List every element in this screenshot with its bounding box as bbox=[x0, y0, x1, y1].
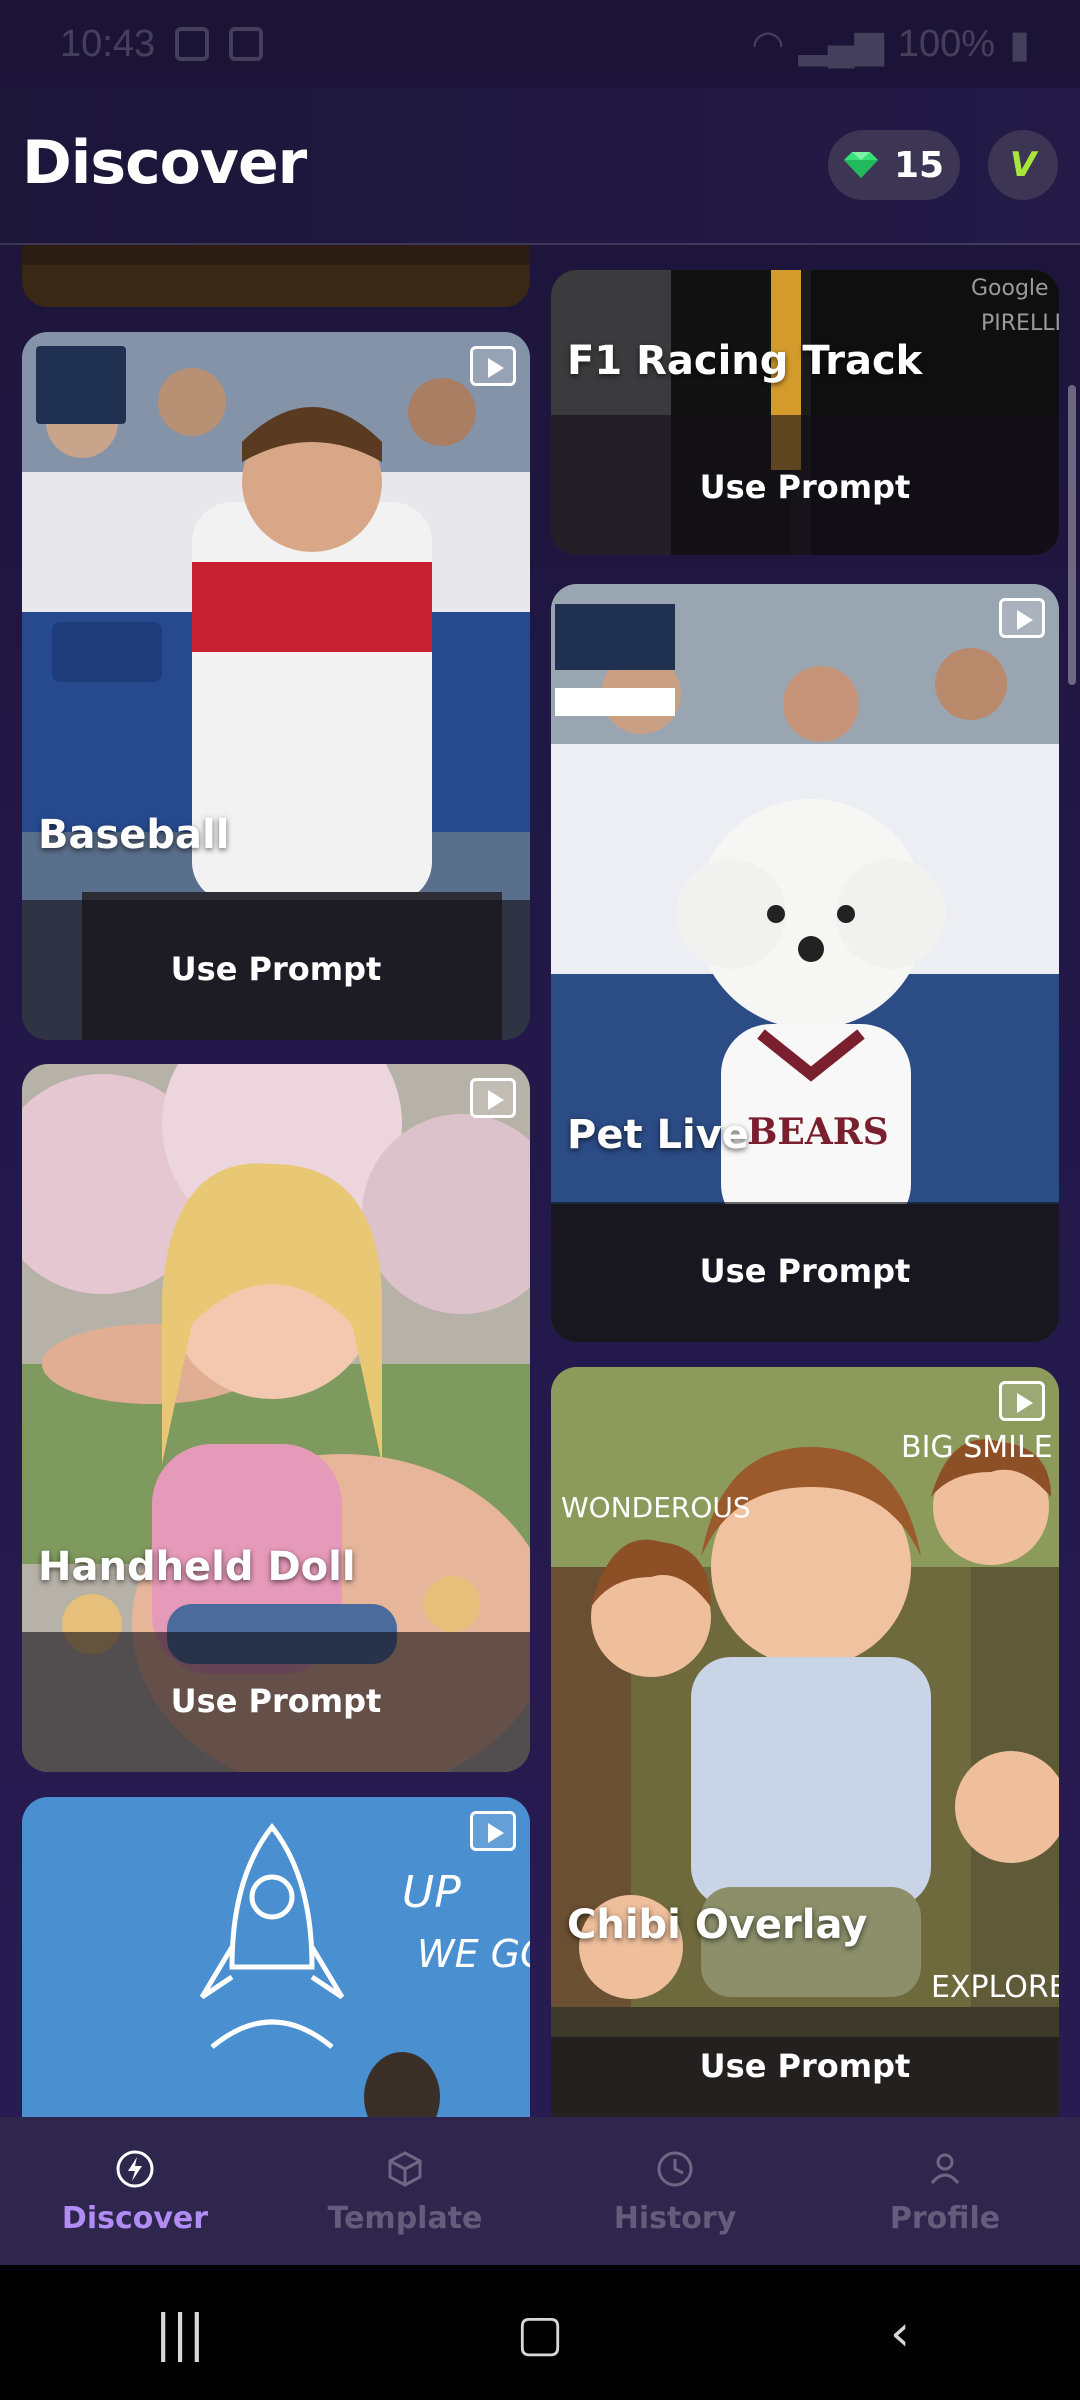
card-title: Chibi Overlay bbox=[567, 1902, 868, 1948]
use-prompt-button[interactable]: Use Prompt bbox=[551, 468, 1059, 506]
app-header: Discover 15 V bbox=[0, 88, 1080, 245]
card-thumbnail: BIG SMILE WONDEROUS EXPLORE! bbox=[551, 1367, 1059, 2117]
vip-button[interactable]: V bbox=[988, 130, 1058, 200]
svg-text:Google: Google bbox=[971, 276, 1049, 301]
use-prompt-button[interactable]: Use Prompt bbox=[551, 2047, 1059, 2085]
gem-icon bbox=[843, 152, 878, 178]
status-right: ◠ ▂▄▆ 100% ▮ bbox=[751, 22, 1030, 67]
wifi-icon: ◠ bbox=[751, 23, 785, 66]
page-title: Discover bbox=[22, 128, 307, 198]
back-icon[interactable]: ‹ bbox=[840, 2304, 960, 2362]
gem-count: 15 bbox=[893, 144, 945, 186]
card-title: Handheld Doll bbox=[38, 1544, 356, 1590]
video-icon bbox=[470, 1811, 516, 1851]
video-icon bbox=[999, 598, 1045, 638]
clock-icon bbox=[653, 2147, 697, 2191]
card-title: F1 Racing Track bbox=[567, 338, 923, 384]
template-card-partial-left[interactable] bbox=[22, 245, 530, 307]
use-prompt-button[interactable]: Use Prompt bbox=[22, 1682, 530, 1720]
discover-feed[interactable]: Baseball Use Prompt Handheld Doll Use Pr… bbox=[0, 245, 1080, 2117]
svg-text:WE GO!: WE GO! bbox=[417, 1932, 530, 1976]
bottom-nav: Discover Template History Profile bbox=[0, 2117, 1080, 2265]
home-icon[interactable]: ▢ bbox=[480, 2304, 600, 2362]
nav-label: Template bbox=[327, 2200, 483, 2236]
notification-icon bbox=[229, 27, 264, 61]
nav-label: History bbox=[613, 2200, 737, 2236]
bolt-icon bbox=[113, 2147, 157, 2191]
gem-balance-badge[interactable]: 15 bbox=[828, 130, 960, 200]
cube-icon bbox=[383, 2147, 427, 2191]
svg-text:PIRELLI: PIRELLI bbox=[981, 311, 1059, 336]
nav-item-discover[interactable]: Discover bbox=[0, 2117, 270, 2265]
nav-label: Discover bbox=[61, 2200, 209, 2236]
recent-apps-icon[interactable]: ||| bbox=[120, 2304, 240, 2362]
status-time: 10:43 bbox=[60, 22, 156, 65]
card-thumbnail bbox=[22, 245, 530, 307]
nav-item-template[interactable]: Template bbox=[270, 2117, 540, 2265]
person-icon bbox=[923, 2147, 967, 2191]
card-thumbnail: UP WE GO! bbox=[22, 1797, 530, 2117]
nav-item-history[interactable]: History bbox=[540, 2117, 810, 2265]
card-title: Pet Live bbox=[567, 1112, 749, 1158]
nav-item-profile[interactable]: Profile bbox=[810, 2117, 1080, 2265]
system-navigation-bar: ||| ▢ ‹ bbox=[0, 2265, 1080, 2400]
template-card-f1-racing[interactable]: Google PIRELLI F1 Racing Track Use Promp… bbox=[551, 270, 1059, 555]
svg-text:UP: UP bbox=[402, 1867, 461, 1918]
status-bar: 10:43 ◠ ▂▄▆ 100% ▮ bbox=[0, 0, 1080, 88]
use-prompt-button[interactable]: Use Prompt bbox=[551, 1252, 1059, 1290]
template-card-chibi-overlay[interactable]: BIG SMILE WONDEROUS EXPLORE! Chibi Overl… bbox=[551, 1367, 1059, 2117]
battery-icon: ▮ bbox=[1009, 23, 1030, 66]
video-icon bbox=[470, 1078, 516, 1118]
template-card-baseball[interactable]: Baseball Use Prompt bbox=[22, 332, 530, 1040]
svg-text:BIG SMILE: BIG SMILE bbox=[901, 1430, 1053, 1465]
svg-text:BEARS: BEARS bbox=[747, 1111, 889, 1153]
status-left: 10:43 bbox=[60, 22, 264, 66]
use-prompt-button[interactable]: Use Prompt bbox=[22, 950, 530, 988]
video-icon bbox=[470, 346, 516, 386]
vip-icon: V bbox=[1009, 145, 1037, 185]
notification-icon bbox=[175, 27, 210, 61]
svg-text:EXPLORE!: EXPLORE! bbox=[931, 1970, 1059, 2005]
signal-icon: ▂▄▆ bbox=[798, 23, 884, 66]
scrollbar[interactable] bbox=[1068, 385, 1076, 685]
nav-label: Profile bbox=[889, 2200, 1001, 2236]
svg-text:WONDEROUS: WONDEROUS bbox=[561, 1491, 751, 1524]
template-card-pet-live[interactable]: BEARS Pet Live Use Prompt bbox=[551, 584, 1059, 1342]
card-title: Baseball bbox=[38, 812, 230, 858]
template-card-rocket-cat[interactable]: UP WE GO! bbox=[22, 1797, 530, 2117]
battery-percent: 100% bbox=[897, 22, 996, 65]
video-icon bbox=[999, 1381, 1045, 1421]
template-card-handheld-doll[interactable]: Handheld Doll Use Prompt bbox=[22, 1064, 530, 1772]
